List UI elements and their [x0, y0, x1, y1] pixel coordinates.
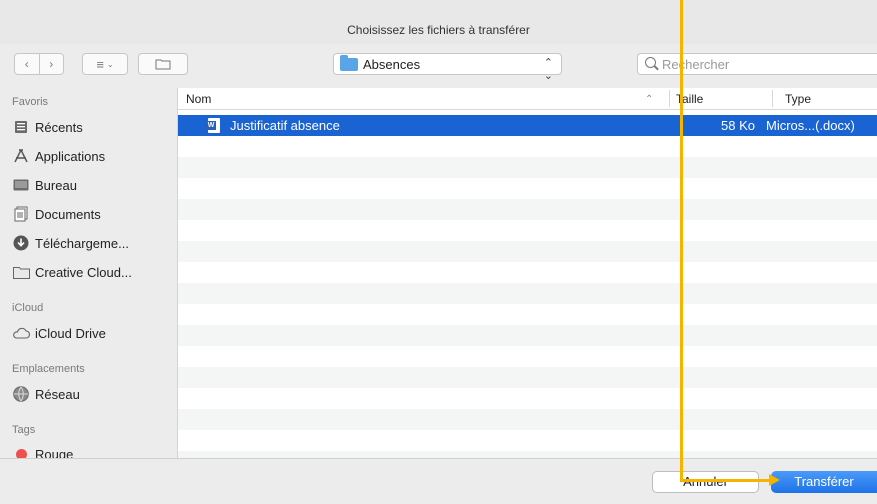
file-row[interactable]: Justificatif absence 58 Ko Micros...(.do…: [178, 115, 877, 136]
sidebar-item-label: Téléchargeme...: [35, 235, 129, 251]
empty-row: [178, 283, 877, 304]
sidebar-section-emplacements: Emplacements: [12, 363, 85, 375]
documents-icon: [12, 206, 30, 222]
sidebar-item-reseau[interactable]: Réseau: [12, 383, 174, 405]
sidebar-item-label: iCloud Drive: [35, 325, 106, 341]
annotation-line: [680, 479, 772, 482]
sidebar: Favoris Récents Applications Bureau Docu…: [0, 88, 177, 458]
empty-row: [178, 451, 877, 458]
recents-icon: [12, 119, 30, 135]
location-popup[interactable]: Absences ⌃ ⌄: [333, 53, 562, 82]
sidebar-item-label: Récents: [35, 119, 83, 135]
desktop-icon: [12, 177, 30, 193]
annotation-arrow-icon: [769, 474, 780, 486]
sidebar-item-label: Documents: [35, 206, 101, 222]
back-forward-buttons[interactable]: ‹ ›: [14, 53, 64, 75]
forward-icon[interactable]: ›: [40, 57, 64, 71]
location-label: Absences: [363, 57, 421, 72]
title-bar: Choisissez les fichiers à transférer: [0, 0, 877, 44]
sidebar-section-icloud: iCloud: [12, 302, 44, 314]
new-folder-button[interactable]: [138, 53, 188, 75]
downloads-icon: [12, 235, 30, 251]
folder-icon: [12, 264, 30, 280]
sidebar-item-label: Rouge: [35, 446, 74, 459]
red-tag-icon: [12, 446, 30, 458]
file-type: Micros...(.docx): [766, 118, 855, 133]
sidebar-item-label: Creative Cloud...: [35, 264, 132, 280]
sort-ascending-icon: ⌃: [645, 94, 654, 105]
sidebar-item-documents[interactable]: Documents: [12, 203, 174, 225]
network-icon: [12, 386, 30, 402]
sidebar-item-label: Applications: [35, 148, 106, 164]
sidebar-item-bureau[interactable]: Bureau: [12, 174, 174, 196]
sidebar-item-tag-rouge[interactable]: Rouge: [12, 443, 174, 458]
search-field[interactable]: Rechercher: [637, 53, 877, 75]
empty-row: [178, 325, 877, 346]
search-placeholder: Rechercher: [662, 57, 730, 72]
file-list-header: Nom ⌃ Taille Type: [178, 88, 877, 110]
empty-row: [178, 157, 877, 178]
applications-icon: [12, 148, 30, 164]
sidebar-item-recents[interactable]: Récents: [12, 116, 174, 138]
sidebar-item-label: Réseau: [35, 386, 80, 402]
column-header-name[interactable]: Nom: [186, 92, 211, 106]
back-icon[interactable]: ‹: [15, 57, 39, 71]
view-options-button[interactable]: ≡ ⌄: [82, 53, 128, 75]
search-icon: [645, 57, 656, 68]
folder-icon: [340, 55, 358, 71]
empty-row: [178, 241, 877, 262]
sidebar-item-telechargements[interactable]: Téléchargeme...: [12, 232, 174, 254]
sidebar-item-applications[interactable]: Applications: [12, 145, 174, 167]
empty-row: [178, 367, 877, 388]
file-name: Justificatif absence: [230, 118, 340, 133]
word-document-icon: [206, 118, 220, 133]
empty-row: [178, 409, 877, 430]
column-header-type[interactable]: Type: [785, 92, 811, 106]
dialog-title: Choisissez les fichiers à transférer: [347, 23, 530, 37]
list-view-icon: ≡: [96, 56, 104, 72]
updown-arrows-icon: ⌃ ⌄: [543, 57, 553, 82]
file-size: 58 Ko: [721, 118, 755, 133]
empty-row: [178, 199, 877, 220]
annotation-line: [680, 0, 683, 482]
sidebar-item-creative-cloud[interactable]: Creative Cloud...: [12, 261, 174, 283]
cloud-icon: [12, 325, 30, 341]
new-folder-icon: [155, 59, 171, 70]
sidebar-section-tags: Tags: [12, 424, 36, 436]
sidebar-item-icloud-drive[interactable]: iCloud Drive: [12, 322, 174, 344]
chevron-down-icon: ⌄: [106, 59, 114, 69]
transfer-button[interactable]: Transférer: [771, 471, 877, 493]
file-list: Nom ⌃ Taille Type Justificatif absence 5…: [177, 88, 877, 458]
sidebar-section-favoris: Favoris: [12, 96, 49, 108]
sidebar-item-label: Bureau: [35, 177, 77, 193]
cancel-button[interactable]: Annuler: [652, 471, 759, 493]
